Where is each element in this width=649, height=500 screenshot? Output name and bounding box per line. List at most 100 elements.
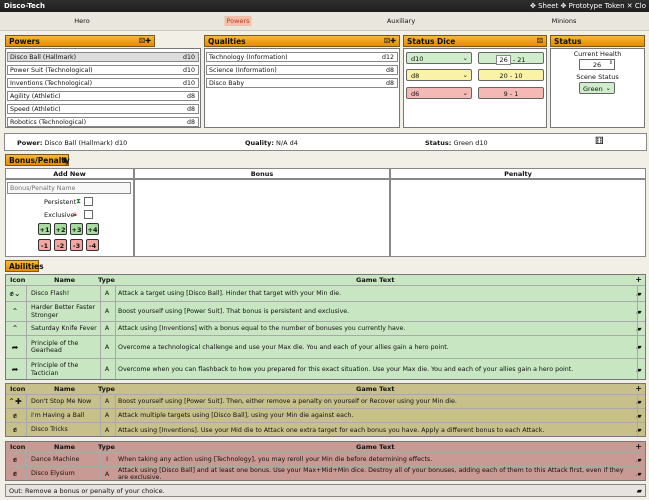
ability-type: A [104,398,110,405]
ability-name: Dance Machine [31,455,80,463]
quality-row[interactable]: Technology (Information) d12 [206,52,398,62]
hourglass-icon: ⧗ [76,197,81,205]
chevron-down-icon: ⌄ [462,54,468,62]
power-die: d10 [182,54,195,61]
spinner-icon[interactable]: ⇕ [609,60,613,66]
status-die-select-yellow[interactable]: d8 ⌄ [406,69,472,81]
quality-die: d12 [381,54,394,61]
fist-icon[interactable]: ✊︎ [8,409,22,422]
ability-name: Disco Tricks [31,426,68,434]
bonus-plus-4-button[interactable]: +4 [86,223,99,235]
col-type: Type [98,385,115,393]
power-row[interactable]: Robotics (Technological) d8 [7,117,199,127]
boost-add-icon[interactable]: ⌃✚ [8,395,22,408]
penalty-minus-4-button[interactable]: -4 [86,239,99,251]
persistent-checkbox[interactable] [84,197,93,206]
abilities-table-yellow: Icon Name Type Game Text + ⌃✚ Don't Stop … [5,383,646,437]
power-row[interactable]: Speed (Athletic) d8 [7,104,199,114]
penalty-minus-2-button[interactable]: -2 [54,239,67,251]
status-header-label: Status [554,37,582,46]
divider [637,452,638,480]
status-die-select-red[interactable]: d6 ⌄ [406,87,472,99]
overcome-icon[interactable]: ➦ [8,359,22,380]
dice-add-icon[interactable]: ⚄✚ [139,37,151,45]
table-header: Icon Name Type Game Text + [6,275,645,285]
power-row[interactable]: Disco Ball (Hallmark) d10 [7,52,199,62]
current-health-input[interactable]: 26 ⇕ [579,59,615,70]
scene-status-select[interactable]: Green ⌄ [579,82,615,94]
add-ability-icon[interactable]: + [635,442,642,451]
bonus-plus-2-button[interactable]: +2 [54,223,67,235]
power-die: d8 [186,106,195,113]
boost-icon[interactable]: ⌃ [8,322,22,335]
ability-name: Principle of the Tactician [31,362,79,377]
quality-row[interactable]: Disco Baby d8 [206,78,398,88]
status-dice-header-label: Status Dice [407,37,456,46]
dice-add-icon[interactable]: ⚄✚ [384,37,396,45]
ability-row: ✊︎ Disco Tricks A Attack using [Inventions]… [6,422,645,437]
dice-icon[interactable]: ⚄ [537,37,543,45]
bonus-plus-1-button[interactable]: +1 [38,223,51,235]
divider [26,285,27,379]
scene-status-value: Green [583,85,603,93]
col-icon: Icon [10,276,26,284]
quality-die: d8 [385,67,394,74]
bonus-penalty-name-input[interactable] [7,182,131,194]
ability-text: Attack using [Inventions]. Use your Mid … [118,426,545,434]
fist-chevron-icon[interactable]: ✊︎⌄ [8,286,22,301]
bonus-penalty-header: Bonus/Penalty ▮ [5,154,70,166]
quality-name: Disco Baby [209,80,245,87]
window-controls[interactable]: ✥ Sheet ✥ Prototype Token ✕ Clo [530,2,646,10]
chat-icon[interactable]: ▰ [637,487,642,495]
power-name: Disco Ball (Hallmark) [10,54,77,61]
ability-text: When taking any action using [Technology… [118,456,433,463]
bonus-plus-3-button[interactable]: +3 [70,223,83,235]
status-range-yellow: 20 - 10 [478,69,544,81]
penalty-list [390,179,646,257]
fist-icon[interactable]: ✊︎ [8,423,22,437]
ability-text: Boost yourself using [Power Suit]. Then,… [118,398,457,405]
ability-row: ➦ Principle of the Tactician A Overcome whe… [6,358,645,380]
roll-dice-icon[interactable]: ⚅ [595,136,604,147]
col-type: Type [98,443,115,451]
tab-hero[interactable]: Hero [74,17,89,25]
table-header: Icon Name Type Game Text + [6,384,645,394]
range-low: 21 [517,56,526,64]
penalty-minus-1-button[interactable]: -1 [38,239,51,251]
tab-minions[interactable]: Minions [552,17,577,25]
penalty-minus-3-button[interactable]: -3 [70,239,83,251]
summary-quality-label: Quality: [245,139,274,147]
quality-name: Technology (Information) [209,54,288,61]
bonus-list [134,179,390,257]
ability-row: ⌃✚ Don't Stop Me Now A Boost yourself using… [6,394,645,408]
divider [26,394,27,436]
power-row[interactable]: Inventions (Technological) d10 [7,78,199,88]
tab-powers[interactable]: Powers [224,16,252,26]
exclusive-checkbox[interactable] [84,210,93,219]
health-threshold-input[interactable]: 26 [496,55,511,65]
boost-icon[interactable]: ⌃ [8,302,22,321]
add-ability-icon[interactable]: + [635,384,642,393]
ability-type: A [104,308,110,315]
ability-text: Overcome when you can flashback to how y… [118,366,574,373]
ability-type: A [104,426,110,434]
power-row[interactable]: Power Suit (Technological) d10 [7,65,199,75]
status-die-select-green[interactable]: d10 ⌄ [406,52,472,64]
power-die: d8 [186,93,195,100]
col-name: Name [54,443,76,451]
power-row[interactable]: Agility (Athletic) d8 [7,91,199,101]
col-name: Name [54,385,76,393]
fist-icon[interactable]: ✊︎ [8,453,22,466]
abilities-header: Abilities [5,260,44,272]
add-ability-icon[interactable]: + [635,275,642,284]
persistent-label: Persistent [44,198,77,206]
tab-auxiliary[interactable]: Auxiliary [387,17,415,25]
summary-power-value: Disco Ball (Hallmark) d10 [44,139,128,147]
overcome-icon[interactable]: ➦ [8,336,22,358]
col-name: Name [54,276,76,284]
quality-row[interactable]: Science (Information) d8 [206,65,398,75]
trash-icon[interactable]: ▮ [63,156,67,164]
summary-quality-value: N/A d4 [276,139,298,147]
ability-name: I'm Having a Ball [31,411,85,419]
fist-icon[interactable]: ✊︎ [8,467,22,481]
